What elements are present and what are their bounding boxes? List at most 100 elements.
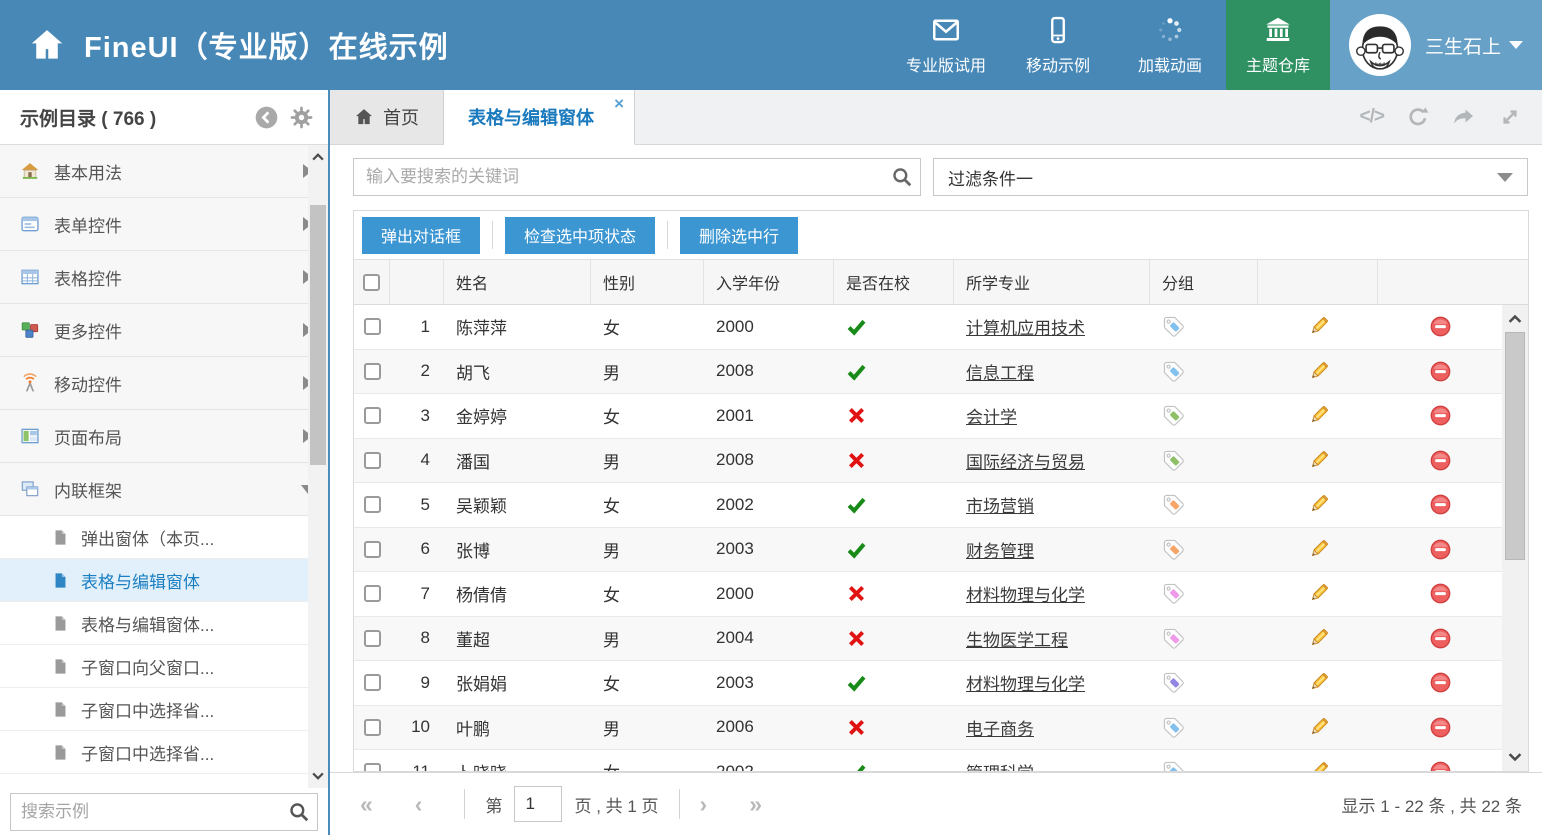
edit-icon[interactable]	[1307, 627, 1330, 650]
major-link[interactable]: 国际经济与贸易	[966, 448, 1085, 473]
sidebar-search-input[interactable]	[10, 793, 318, 831]
delete-icon[interactable]	[1429, 449, 1452, 472]
open-dialog-button[interactable]: 弹出对话框	[362, 217, 480, 254]
major-link[interactable]: 信息工程	[966, 359, 1034, 384]
user-menu[interactable]: 三生石上	[1330, 0, 1542, 90]
delete-icon[interactable]	[1429, 716, 1452, 739]
row-checkbox[interactable]	[364, 496, 381, 513]
search-icon[interactable]	[891, 166, 913, 188]
sidebar-item-page-layout[interactable]: 页面布局	[0, 410, 328, 463]
delete-icon[interactable]	[1429, 671, 1452, 694]
sidebar-subitem[interactable]: 子窗口中选择省...	[0, 731, 328, 774]
row-checkbox[interactable]	[364, 452, 381, 469]
sidebar-item-grid-controls[interactable]: 表格控件	[0, 251, 328, 304]
sidebar-subitem[interactable]: 子窗口中选择省...	[0, 688, 328, 731]
expand-icon[interactable]	[1498, 105, 1522, 129]
edit-icon[interactable]	[1307, 760, 1330, 771]
row-checkbox[interactable]	[364, 318, 381, 335]
edit-icon[interactable]	[1307, 671, 1330, 694]
cell-gender: 女	[591, 572, 704, 616]
table-scrollbar[interactable]	[1502, 305, 1528, 771]
cell-gender: 女	[591, 661, 704, 705]
scroll-down-icon[interactable]	[309, 767, 327, 785]
tab-home[interactable]: 首页	[330, 90, 444, 144]
major-link[interactable]: 管理科学	[966, 759, 1034, 771]
filter-dropdown[interactable]: 过滤条件一	[933, 158, 1528, 196]
tab-grid-edit-window[interactable]: 表格与编辑窗体 ×	[444, 90, 635, 145]
row-checkbox[interactable]	[364, 630, 381, 647]
delete-icon[interactable]	[1429, 360, 1452, 383]
edit-icon[interactable]	[1307, 582, 1330, 605]
major-link[interactable]: 财务管理	[966, 537, 1034, 562]
major-link[interactable]: 材料物理与化学	[966, 581, 1085, 606]
edit-icon[interactable]	[1307, 360, 1330, 383]
delete-selected-button[interactable]: 删除选中行	[680, 217, 798, 254]
edit-icon[interactable]	[1307, 538, 1330, 561]
sidebar-subitem[interactable]: 弹出窗体（本页...	[0, 516, 328, 559]
scroll-down-icon[interactable]	[1505, 747, 1525, 767]
share-icon[interactable]	[1452, 105, 1476, 129]
sidebar-item-iframe[interactable]: 内联框架	[0, 463, 328, 516]
cell-year: 2002	[704, 483, 834, 527]
close-icon[interactable]: ×	[614, 95, 624, 112]
scroll-up-icon[interactable]	[309, 148, 327, 166]
row-checkbox[interactable]	[364, 363, 381, 380]
delete-icon[interactable]	[1429, 582, 1452, 605]
edit-icon[interactable]	[1307, 404, 1330, 427]
last-page-icon[interactable]: »	[749, 791, 762, 818]
row-checkbox[interactable]	[364, 674, 381, 691]
select-all-checkbox[interactable]	[363, 274, 380, 291]
major-link[interactable]: 电子商务	[966, 715, 1034, 740]
grid-toolbar: 弹出对话框 检查选中项状态 删除选中行	[354, 211, 1528, 259]
sidebar-subitem-active[interactable]: 表格与编辑窗体	[0, 559, 328, 602]
nav-mobile-demo[interactable]: 移动示例	[1002, 0, 1114, 90]
sidebar-item-basic[interactable]: 基本用法	[0, 145, 328, 198]
delete-icon[interactable]	[1429, 404, 1452, 427]
sidebar-subitem[interactable]: 子窗口向父窗口...	[0, 645, 328, 688]
first-page-icon[interactable]: «	[360, 791, 373, 818]
sidebar-subitem[interactable]: 表格与编辑窗体...	[0, 602, 328, 645]
page-number-input[interactable]	[514, 786, 562, 822]
next-page-icon[interactable]: ›	[700, 791, 708, 818]
edit-icon[interactable]	[1307, 493, 1330, 516]
row-checkbox[interactable]	[364, 407, 381, 424]
nav-pro-trial[interactable]: 专业版试用	[890, 0, 1002, 90]
check-selection-button[interactable]: 检查选中项状态	[505, 217, 655, 254]
delete-icon[interactable]	[1429, 627, 1452, 650]
major-link[interactable]: 会计学	[966, 403, 1017, 428]
code-icon[interactable]: </>	[1360, 106, 1384, 128]
gear-icon[interactable]	[289, 105, 314, 130]
nav-theme-repo[interactable]: 主题仓库	[1226, 0, 1330, 90]
nav-label: 加载动画	[1138, 52, 1202, 76]
delete-icon[interactable]	[1429, 760, 1452, 771]
row-checkbox[interactable]	[364, 585, 381, 602]
sidebar-subitem[interactable]: 子窗口中选择省	[0, 774, 328, 788]
delete-icon[interactable]	[1429, 315, 1452, 338]
major-link[interactable]: 市场营销	[966, 492, 1034, 517]
delete-icon[interactable]	[1429, 538, 1452, 561]
delete-icon[interactable]	[1429, 493, 1452, 516]
search-icon[interactable]	[288, 801, 310, 823]
collapse-back-icon[interactable]	[254, 105, 279, 130]
sidebar-item-more-controls[interactable]: 更多控件	[0, 304, 328, 357]
sidebar-item-mobile-controls[interactable]: 移动控件	[0, 357, 328, 410]
major-link[interactable]: 生物医学工程	[966, 626, 1068, 651]
cell-name: 卜晓晓	[444, 750, 591, 771]
scroll-up-icon[interactable]	[1505, 309, 1525, 329]
scrollbar-thumb[interactable]	[310, 205, 326, 465]
scrollbar-thumb[interactable]	[1505, 332, 1525, 560]
edit-icon[interactable]	[1307, 315, 1330, 338]
row-checkbox[interactable]	[364, 763, 381, 771]
prev-page-icon[interactable]: ‹	[415, 791, 423, 818]
keyword-search-input[interactable]	[353, 158, 921, 196]
nav-loading-anim[interactable]: 加载动画	[1114, 0, 1226, 90]
major-link[interactable]: 材料物理与化学	[966, 670, 1085, 695]
edit-icon[interactable]	[1307, 449, 1330, 472]
row-checkbox[interactable]	[364, 719, 381, 736]
row-checkbox[interactable]	[364, 541, 381, 558]
sidebar-scrollbar[interactable]	[308, 145, 328, 788]
refresh-icon[interactable]	[1406, 105, 1430, 129]
major-link[interactable]: 计算机应用技术	[966, 314, 1085, 339]
sidebar-item-form-controls[interactable]: 表单控件	[0, 198, 328, 251]
edit-icon[interactable]	[1307, 716, 1330, 739]
